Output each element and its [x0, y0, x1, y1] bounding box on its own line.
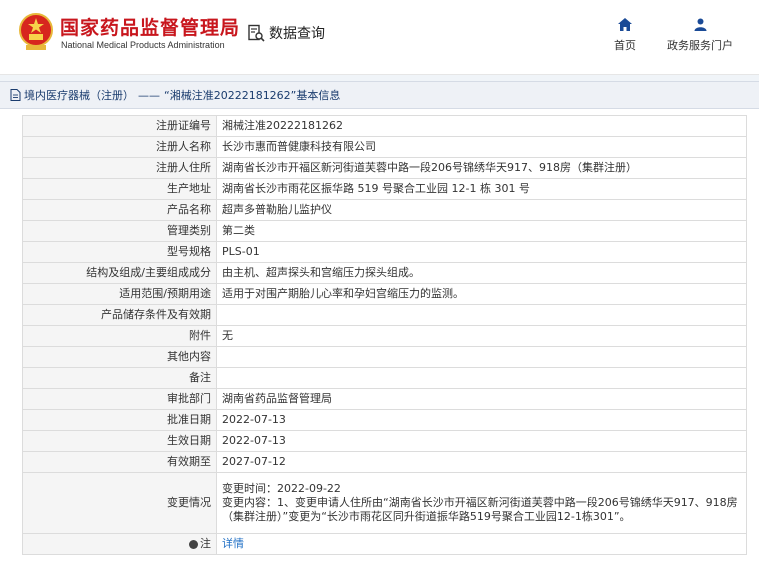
address-value: 湖南省长沙市开福区新河街道芙蓉中路一段206号锦绣华天917、918房（集群注册…: [216, 157, 747, 179]
table-row: 注册证编号 湘械注准20222181262: [22, 115, 747, 137]
table-row: 注册人住所 湖南省长沙市开福区新河街道芙蓉中路一段206号锦绣华天917、918房…: [22, 157, 747, 179]
site-header: 国家药品监督管理局 National Medical Products Admi…: [0, 0, 759, 75]
table-row: 产品储存条件及有效期: [22, 304, 747, 326]
other-label: 其他内容: [22, 346, 217, 368]
table-row: 批准日期 2022-07-13: [22, 409, 747, 431]
change-label: 变更情况: [22, 472, 217, 534]
note-value: 详情: [216, 533, 747, 555]
effective-date-value: 2022-07-13: [216, 430, 747, 452]
lightbulb-icon: [189, 539, 198, 549]
other-value: [216, 346, 747, 368]
product-name-label: 产品名称: [22, 199, 217, 221]
breadcrumb-separator: ——: [138, 88, 160, 102]
dept-value: 湖南省药品监督管理局: [216, 388, 747, 410]
attachment-label: 附件: [22, 325, 217, 347]
nav-service-label: 政务服务门户: [667, 39, 733, 52]
address-label: 注册人住所: [22, 157, 217, 179]
storage-value: [216, 304, 747, 326]
change-content: 变更内容：1、变更申请人住所由“湖南省长沙市开福区新河街道芙蓉中路一段206号锦…: [222, 496, 738, 523]
structure-label: 结构及组成/主要组成成分: [22, 262, 217, 284]
change-time: 变更时间：2022-09-22: [222, 482, 341, 495]
nav-service-portal[interactable]: 政务服务门户: [662, 18, 738, 53]
home-icon: [618, 18, 632, 31]
category-label: 管理类别: [22, 220, 217, 242]
data-query-label: 数据查询: [269, 26, 325, 42]
table-row: 备注: [22, 367, 747, 389]
table-row: 适用范围/预期用途 适用于对围产期胎儿心率和孕妇宫缩压力的监测。: [22, 283, 747, 305]
production-address-value: 湖南省长沙市雨花区振华路 519 号聚合工业园 12-1 栋 301 号: [216, 178, 747, 200]
change-value: 变更时间：2022-09-22 变更内容：1、变更申请人住所由“湖南省长沙市开福…: [216, 472, 747, 534]
model-value: PLS-01: [216, 241, 747, 263]
approve-date-label: 批准日期: [22, 409, 217, 431]
table-row: 附件无: [22, 325, 747, 347]
table-row: 结构及组成/主要组成成分 由主机、超声探头和宫缩压力探头组成。: [22, 262, 747, 284]
effective-date-label: 生效日期: [22, 430, 217, 452]
scope-value: 适用于对围产期胎儿心率和孕妇宫缩压力的监测。: [216, 283, 747, 305]
registrant-label: 注册人名称: [22, 136, 217, 158]
approve-date-value: 2022-07-13: [216, 409, 747, 431]
note-label-cell: 注: [22, 533, 217, 555]
details-link[interactable]: 详情: [222, 537, 244, 550]
note-label: 注: [200, 537, 211, 550]
site-subtitle: National Medical Products Administration: [61, 40, 225, 50]
production-address-label: 生产地址: [22, 178, 217, 200]
detail-table: 注册证编号 湘械注准20222181262 注册人名称 长沙市惠而普健康科技有限公司…: [22, 115, 747, 555]
site-title[interactable]: 国家药品监督管理局: [60, 13, 240, 40]
table-row: 型号规格 PLS-01: [22, 241, 747, 263]
remark-value: [216, 367, 747, 389]
nav-home-label: 首页: [614, 39, 636, 52]
nav-home[interactable]: 首页: [605, 18, 645, 53]
structure-value: 由主机、超声探头和宫缩压力探头组成。: [216, 262, 747, 284]
table-row: 变更情况 变更时间：2022-09-22 变更内容：1、变更申请人住所由“湖南省…: [22, 472, 747, 534]
table-row: 注册人名称 长沙市惠而普健康科技有限公司: [22, 136, 747, 158]
registrant-value: 长沙市惠而普健康科技有限公司: [216, 136, 747, 158]
storage-label: 产品储存条件及有效期: [22, 304, 217, 326]
user-icon: [694, 18, 706, 31]
model-label: 型号规格: [22, 241, 217, 263]
dept-label: 审批部门: [22, 388, 217, 410]
expire-date-value: 2027-07-12: [216, 451, 747, 473]
national-emblem-icon: [19, 13, 53, 50]
remark-label: 备注: [22, 367, 217, 389]
table-row: 其他内容: [22, 346, 747, 368]
breadcrumb-title: “湘械注准20222181262”基本信息: [164, 89, 341, 102]
category-value: 第二类: [216, 220, 747, 242]
breadcrumb: 境内医疗器械（注册） —— “湘械注准20222181262”基本信息: [0, 81, 759, 109]
breadcrumb-section[interactable]: 境内医疗器械（注册）: [24, 87, 134, 103]
reg-no-label: 注册证编号: [22, 115, 217, 137]
attachment-value: 无: [216, 325, 747, 347]
document-search-icon: [248, 24, 265, 42]
document-icon: [10, 89, 21, 101]
table-row: 审批部门 湖南省药品监督管理局: [22, 388, 747, 410]
scope-label: 适用范围/预期用途: [22, 283, 217, 305]
table-row: 注 详情: [22, 533, 747, 555]
table-row: 产品名称 超声多普勒胎儿监护仪: [22, 199, 747, 221]
product-name-value: 超声多普勒胎儿监护仪: [216, 199, 747, 221]
reg-no-value: 湘械注准20222181262: [216, 115, 747, 137]
data-query-link[interactable]: 数据查询: [247, 23, 325, 43]
table-row: 有效期至 2027-07-12: [22, 451, 747, 473]
expire-date-label: 有效期至: [22, 451, 217, 473]
table-row: 生产地址 湖南省长沙市雨花区振华路 519 号聚合工业园 12-1 栋 301 号: [22, 178, 747, 200]
table-row: 管理类别 第二类: [22, 220, 747, 242]
table-row: 生效日期 2022-07-13: [22, 430, 747, 452]
